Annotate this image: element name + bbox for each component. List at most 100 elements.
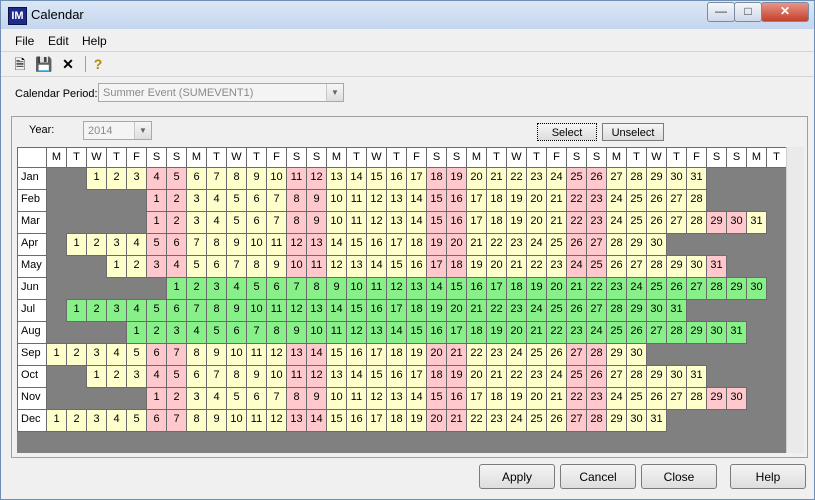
day-cell[interactable]: 30 xyxy=(646,299,667,322)
day-cell[interactable]: 22 xyxy=(566,189,587,212)
day-cell[interactable]: 6 xyxy=(166,299,187,322)
day-cell[interactable]: 5 xyxy=(166,167,187,190)
day-cell[interactable]: 17 xyxy=(446,321,467,344)
day-cell[interactable]: 5 xyxy=(226,211,247,234)
day-cell[interactable]: 21 xyxy=(546,211,567,234)
day-cell[interactable]: 27 xyxy=(686,277,707,300)
day-cell[interactable]: 31 xyxy=(726,321,747,344)
day-cell[interactable]: 31 xyxy=(646,409,667,432)
day-cell[interactable]: 17 xyxy=(386,299,407,322)
day-cell[interactable]: 9 xyxy=(306,211,327,234)
day-cell[interactable]: 21 xyxy=(566,277,587,300)
chevron-down-icon[interactable]: ▼ xyxy=(326,84,343,101)
day-cell[interactable]: 28 xyxy=(646,255,667,278)
day-cell[interactable]: 13 xyxy=(326,167,347,190)
day-cell[interactable]: 14 xyxy=(326,233,347,256)
day-cell[interactable]: 1 xyxy=(46,409,67,432)
day-cell[interactable]: 1 xyxy=(86,167,107,190)
day-cell[interactable]: 15 xyxy=(446,277,467,300)
day-cell[interactable]: 9 xyxy=(246,365,267,388)
day-cell[interactable]: 24 xyxy=(606,211,627,234)
day-cell[interactable]: 19 xyxy=(526,277,547,300)
day-cell[interactable]: 29 xyxy=(606,409,627,432)
day-cell[interactable]: 1 xyxy=(86,365,107,388)
day-cell[interactable]: 15 xyxy=(366,365,387,388)
day-cell[interactable]: 27 xyxy=(666,211,687,234)
minimize-icon[interactable]: — xyxy=(707,2,735,22)
day-cell[interactable]: 25 xyxy=(566,167,587,190)
day-cell[interactable]: 14 xyxy=(386,321,407,344)
day-cell[interactable]: 6 xyxy=(146,409,167,432)
delete-x-icon[interactable]: ✕ xyxy=(59,55,77,73)
day-cell[interactable]: 25 xyxy=(626,387,647,410)
day-cell[interactable]: 21 xyxy=(466,233,487,256)
period-combo[interactable]: Summer Event (SUMEVENT1) ▼ xyxy=(98,83,344,102)
day-cell[interactable]: 24 xyxy=(606,189,627,212)
day-cell[interactable]: 11 xyxy=(266,299,287,322)
day-cell[interactable]: 3 xyxy=(86,409,107,432)
day-cell[interactable]: 21 xyxy=(526,321,547,344)
day-cell[interactable]: 14 xyxy=(426,277,447,300)
day-cell[interactable]: 26 xyxy=(586,167,607,190)
day-cell[interactable]: 8 xyxy=(186,409,207,432)
day-cell[interactable]: 13 xyxy=(306,233,327,256)
day-cell[interactable]: 3 xyxy=(86,343,107,366)
day-cell[interactable]: 21 xyxy=(486,167,507,190)
day-cell[interactable]: 18 xyxy=(406,233,427,256)
day-cell[interactable]: 5 xyxy=(206,321,227,344)
day-cell[interactable]: 21 xyxy=(466,299,487,322)
day-cell[interactable]: 18 xyxy=(506,277,527,300)
day-cell[interactable]: 3 xyxy=(106,233,127,256)
menu-edit[interactable]: Edit xyxy=(48,34,69,48)
day-cell[interactable]: 5 xyxy=(126,409,147,432)
day-cell[interactable]: 7 xyxy=(206,365,227,388)
day-cell[interactable]: 7 xyxy=(266,387,287,410)
day-cell[interactable]: 13 xyxy=(326,365,347,388)
day-cell[interactable]: 29 xyxy=(646,167,667,190)
day-cell[interactable]: 7 xyxy=(166,343,187,366)
day-cell[interactable]: 26 xyxy=(546,409,567,432)
day-cell[interactable]: 18 xyxy=(466,321,487,344)
close-button[interactable]: Close xyxy=(641,464,717,489)
cancel-button[interactable]: Cancel xyxy=(560,464,636,489)
day-cell[interactable]: 5 xyxy=(226,387,247,410)
day-cell[interactable]: 17 xyxy=(366,343,387,366)
day-cell[interactable]: 17 xyxy=(466,211,487,234)
day-cell[interactable]: 25 xyxy=(586,255,607,278)
day-cell[interactable]: 3 xyxy=(186,189,207,212)
day-cell[interactable]: 26 xyxy=(546,343,567,366)
day-cell[interactable]: 17 xyxy=(426,255,447,278)
day-cell[interactable]: 2 xyxy=(126,255,147,278)
day-cell[interactable]: 10 xyxy=(246,233,267,256)
day-cell[interactable]: 3 xyxy=(106,299,127,322)
day-cell[interactable]: 12 xyxy=(366,387,387,410)
day-cell[interactable]: 4 xyxy=(186,321,207,344)
day-cell[interactable]: 28 xyxy=(606,299,627,322)
day-cell[interactable]: 31 xyxy=(666,299,687,322)
day-cell[interactable]: 25 xyxy=(626,211,647,234)
day-cell[interactable]: 2 xyxy=(66,409,87,432)
day-cell[interactable]: 10 xyxy=(286,255,307,278)
day-cell[interactable]: 30 xyxy=(646,233,667,256)
day-cell[interactable]: 27 xyxy=(586,299,607,322)
day-cell[interactable]: 5 xyxy=(146,299,167,322)
day-cell[interactable]: 14 xyxy=(346,167,367,190)
day-cell[interactable]: 12 xyxy=(346,321,367,344)
day-cell[interactable]: 18 xyxy=(426,365,447,388)
day-cell[interactable]: 12 xyxy=(366,189,387,212)
day-cell[interactable]: 15 xyxy=(326,343,347,366)
day-cell[interactable]: 6 xyxy=(206,255,227,278)
day-cell[interactable]: 15 xyxy=(326,409,347,432)
day-cell[interactable]: 16 xyxy=(446,387,467,410)
day-cell[interactable]: 26 xyxy=(566,299,587,322)
day-cell[interactable]: 4 xyxy=(146,167,167,190)
new-document-icon[interactable]: 🗎 xyxy=(11,55,29,73)
day-cell[interactable]: 9 xyxy=(286,321,307,344)
day-cell[interactable]: 30 xyxy=(726,211,747,234)
day-cell[interactable]: 25 xyxy=(546,233,567,256)
day-cell[interactable]: 13 xyxy=(286,343,307,366)
day-cell[interactable]: 23 xyxy=(486,409,507,432)
day-cell[interactable]: 13 xyxy=(386,211,407,234)
day-cell[interactable]: 23 xyxy=(526,167,547,190)
day-cell[interactable]: 12 xyxy=(306,167,327,190)
